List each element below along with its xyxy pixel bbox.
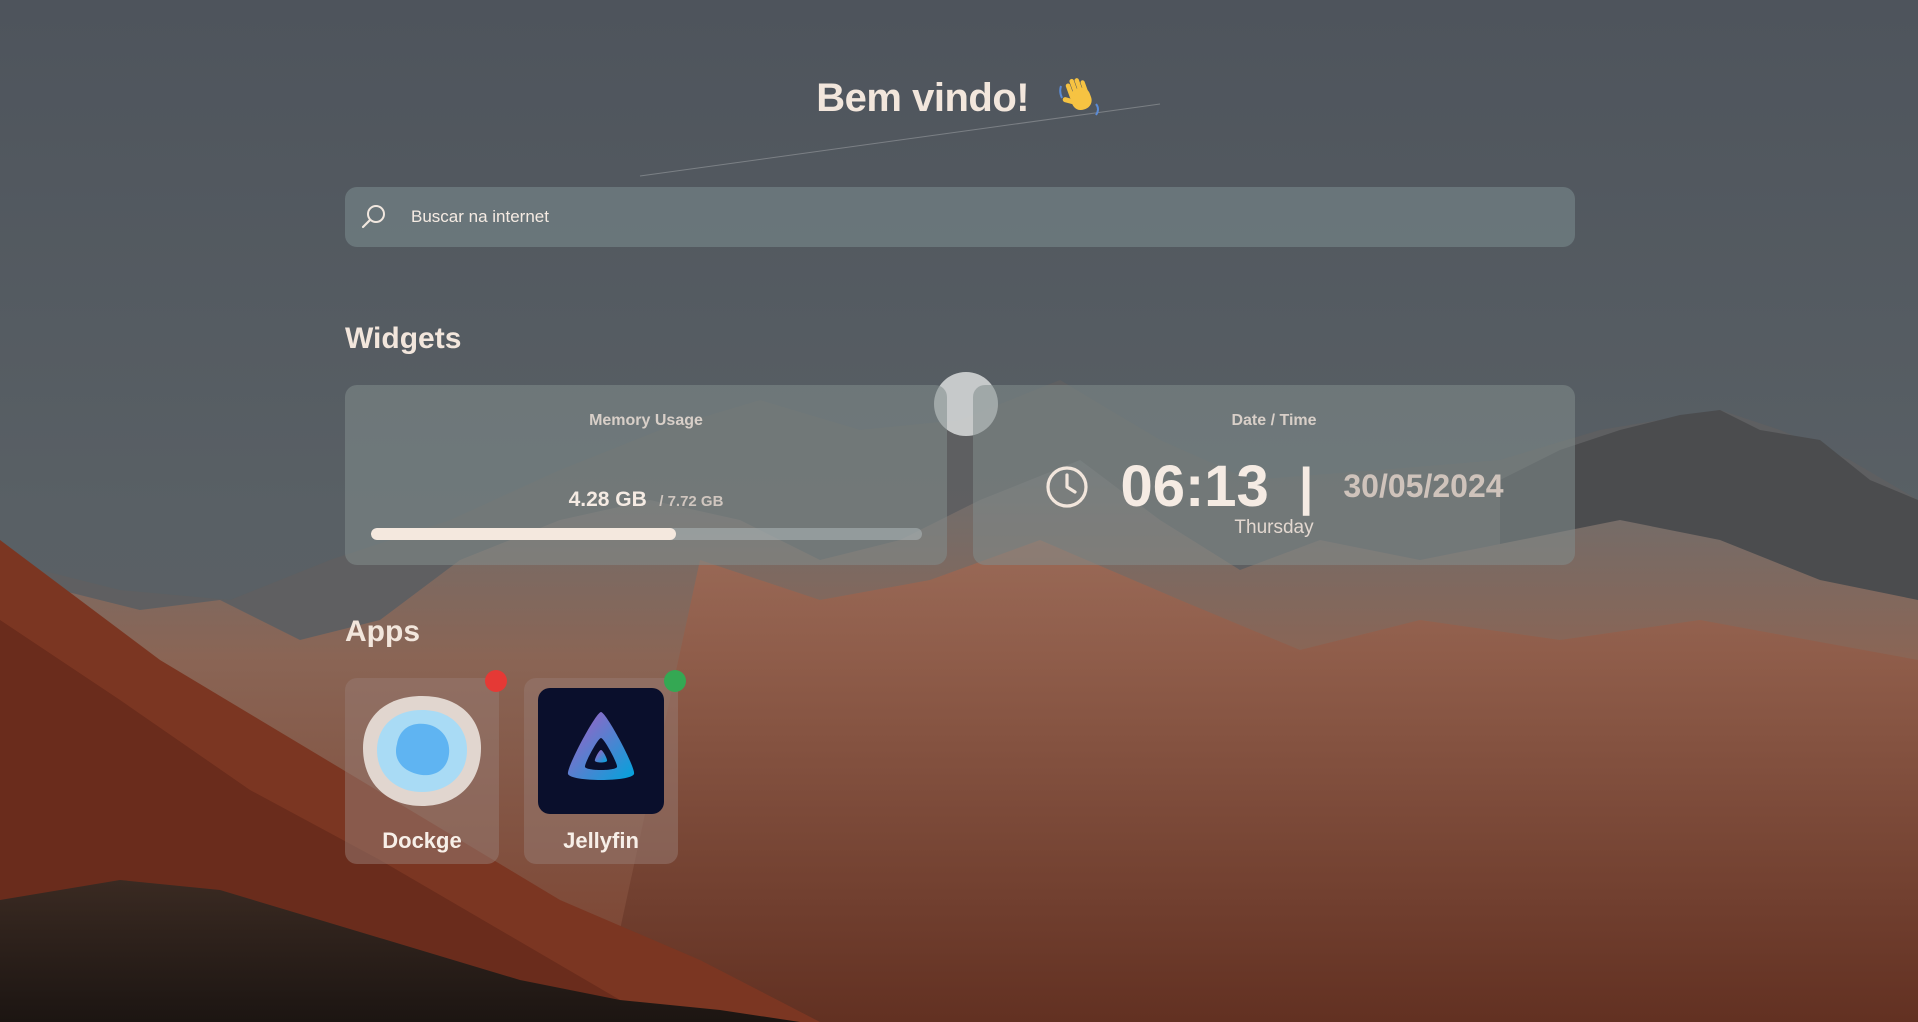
welcome-text: Bem vindo! [816, 76, 1030, 120]
widgets-section-title: Widgets [345, 322, 462, 355]
memory-used: 4.28 GB [568, 488, 647, 511]
app-name-jellyfin: Jellyfin [563, 828, 639, 853]
weekday-value: Thursday [1234, 517, 1314, 538]
status-indicator-offline [485, 670, 507, 692]
time-value: 06:13 [1120, 454, 1269, 519]
app-name-dockge: Dockge [382, 828, 462, 853]
memory-usage-label: Memory Usage [589, 412, 703, 429]
dashboard-page: Bem vindo! Widgets [0, 0, 1918, 1022]
apps-section-title: Apps [345, 615, 420, 648]
welcome-heading: Bem vindo! [0, 76, 1918, 122]
jellyfin-logo-icon [538, 688, 664, 814]
dockge-logo-icon [363, 696, 481, 806]
search-icon[interactable] [359, 202, 389, 232]
memory-usage-widget: Memory Usage 4.28 GB / 7.72 GB [345, 385, 947, 565]
status-indicator-online [664, 670, 686, 692]
clock-row: 06:13 | 30/05/2024 [973, 453, 1575, 520]
app-tile-dockge[interactable]: Dockge [345, 670, 507, 864]
memory-progress-fill [371, 528, 677, 540]
search-bar[interactable] [345, 187, 1575, 247]
date-value: 30/05/2024 [1343, 468, 1504, 504]
date-time-label: Date / Time [1231, 412, 1317, 429]
search-input[interactable] [409, 206, 1575, 228]
time-date-separator: | [1298, 457, 1314, 516]
clock-icon [1046, 465, 1089, 508]
date-time-widget: Date / Time 06:13 | 30/05/2024 Thursday [973, 385, 1575, 565]
app-tile-jellyfin[interactable]: Jellyfin [524, 670, 686, 864]
memory-progress-bar [371, 528, 922, 540]
memory-values: 4.28 GB / 7.72 GB [345, 488, 947, 512]
waving-hand-icon [1058, 78, 1099, 116]
memory-total: / 7.72 GB [659, 493, 724, 510]
